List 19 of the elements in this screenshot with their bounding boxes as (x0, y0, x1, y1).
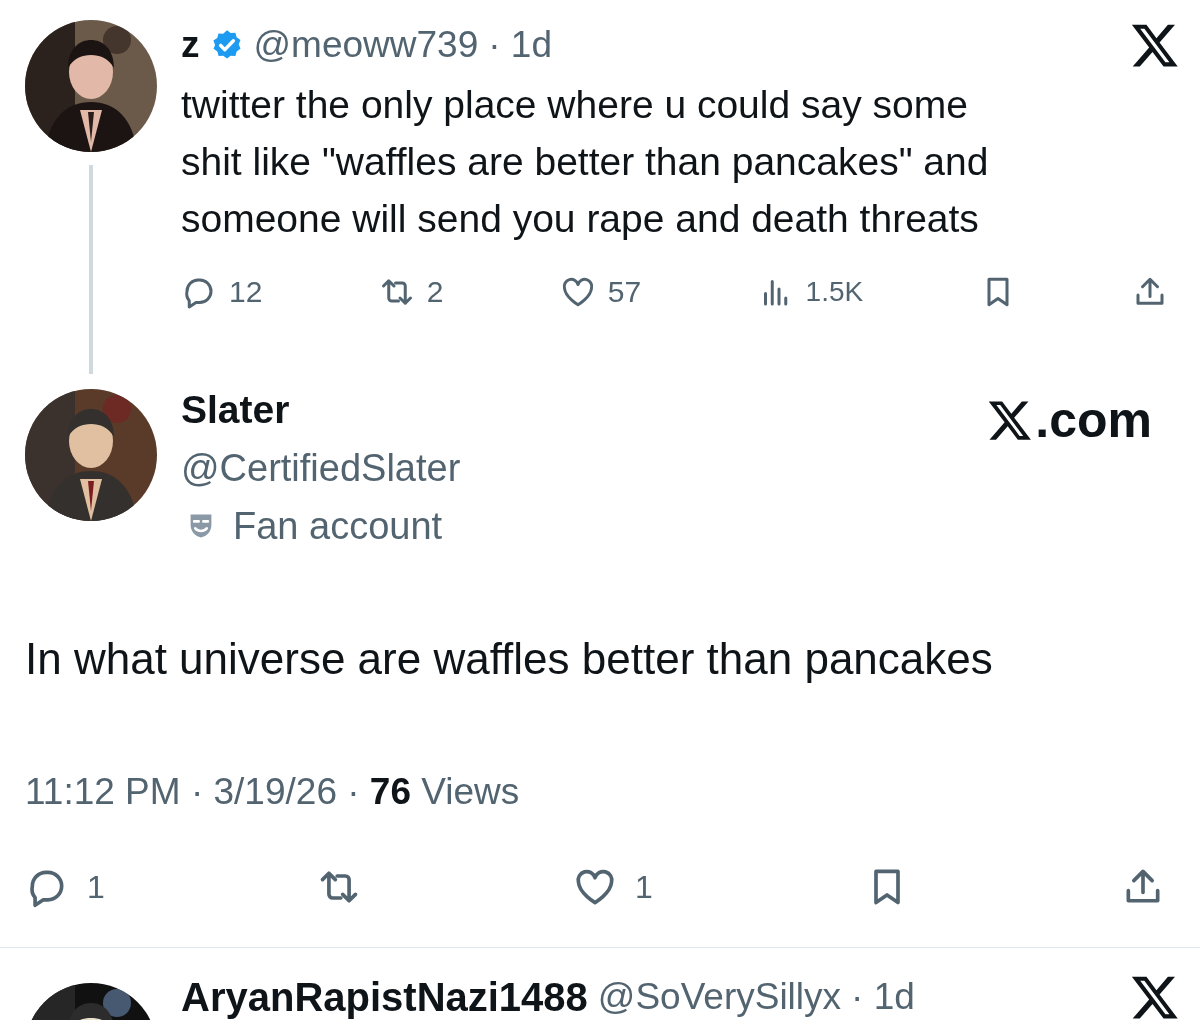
user-handle[interactable]: @meoww739 (253, 23, 479, 67)
account-label: Fan account (233, 504, 443, 549)
reply-count: 12 (229, 277, 263, 307)
like-count: 57 (607, 277, 642, 307)
user-handle[interactable]: @SoVerySillyx (597, 975, 842, 1019)
timestamp: · 1d (488, 23, 552, 67)
display-name[interactable]: AryanRapistNazi1488 (181, 975, 588, 1019)
site-label: .com (1035, 395, 1152, 445)
timestamp: · 1d (851, 975, 915, 1019)
display-name[interactable]: z (181, 23, 200, 67)
view-count: 1.5K (805, 278, 864, 306)
like-count: 1 (635, 871, 653, 903)
tweet-text: In what universe are waffles better than pancakes (25, 633, 994, 685)
repost-count: 2 (426, 277, 444, 307)
tweet-meta: 11:12 PM · 3/19/26 · 76 Views (25, 770, 521, 814)
tweet-text: twitter the only place where u could say some shit like "waffles are better than pancakes" and someone will send you rape and death threats (181, 82, 990, 242)
display-name[interactable]: Slater (181, 381, 988, 439)
user-handle[interactable]: @CertifiedSlater (181, 439, 988, 497)
reply-count: 1 (87, 871, 105, 903)
